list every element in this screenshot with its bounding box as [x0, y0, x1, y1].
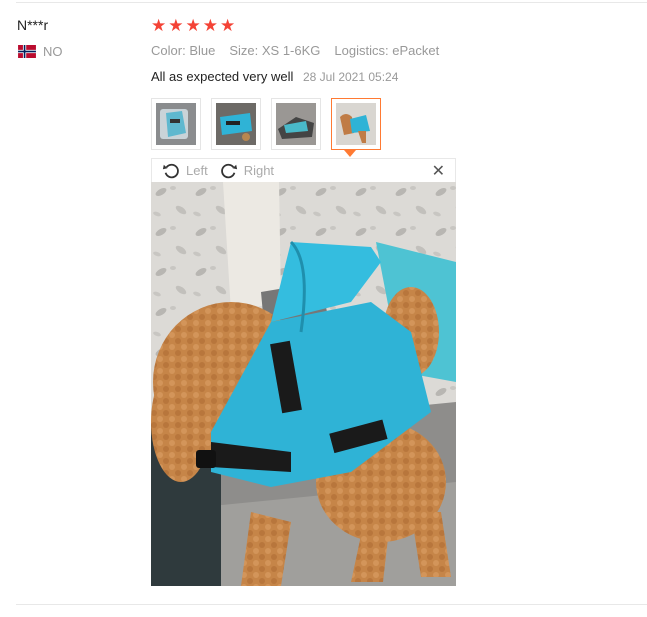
rotate-right-button[interactable]: Right	[220, 162, 274, 180]
rotate-right-label: Right	[243, 163, 275, 178]
rotate-left-label: Left	[186, 163, 208, 178]
thumbnail-2[interactable]	[211, 98, 261, 150]
country-code: NO	[43, 44, 63, 59]
star-icon: ★	[220, 16, 236, 35]
review-body: ★ ★ ★ ★ ★ Color: Blue Size: XS 1-6KG Log…	[151, 16, 631, 86]
thumbnail-image	[336, 103, 376, 145]
thumbnail-image	[156, 103, 196, 145]
attr-color: Color: Blue	[151, 43, 216, 58]
review-photo-dog-in-shark-vest	[151, 182, 456, 586]
order-attributes: Color: Blue Size: XS 1-6KG Logistics: eP…	[151, 42, 631, 60]
selected-thumbnail-caret	[344, 150, 356, 157]
thumbnail-image	[276, 103, 316, 145]
review-thumbnails	[151, 98, 381, 150]
rotate-right-icon	[220, 163, 237, 178]
viewer-toolbar: Left Right ✕	[151, 158, 456, 182]
norway-flag-icon	[18, 45, 36, 58]
star-rating: ★ ★ ★ ★ ★	[151, 16, 631, 36]
attr-size: Size: XS 1-6KG	[229, 43, 321, 58]
thumbnail-3[interactable]	[271, 98, 321, 150]
rotate-left-icon	[162, 163, 179, 178]
review-text: All as expected very well	[151, 69, 294, 84]
star-icon: ★	[185, 16, 201, 35]
star-icon: ★	[168, 16, 184, 35]
thumbnail-4-selected[interactable]	[331, 98, 381, 150]
bottom-divider	[16, 604, 647, 605]
attr-logistics: Logistics: ePacket	[334, 43, 440, 58]
image-viewer: Left Right ✕	[151, 158, 456, 586]
top-divider	[16, 2, 647, 3]
thumbnail-1[interactable]	[151, 98, 201, 150]
review-content: All as expected very well 28 Jul 2021 05…	[151, 68, 631, 86]
reviewer-name: N***r	[17, 17, 49, 33]
star-icon: ★	[202, 16, 218, 35]
review-date: 28 Jul 2021 05:24	[302, 70, 399, 84]
reviewer-info: N***r NO	[17, 16, 137, 59]
reviewer-country: NO	[17, 44, 137, 59]
star-icon: ★	[151, 16, 167, 35]
rotate-left-button[interactable]: Left	[162, 162, 208, 180]
thumbnail-image	[216, 103, 256, 145]
close-icon[interactable]: ✕	[432, 161, 445, 181]
